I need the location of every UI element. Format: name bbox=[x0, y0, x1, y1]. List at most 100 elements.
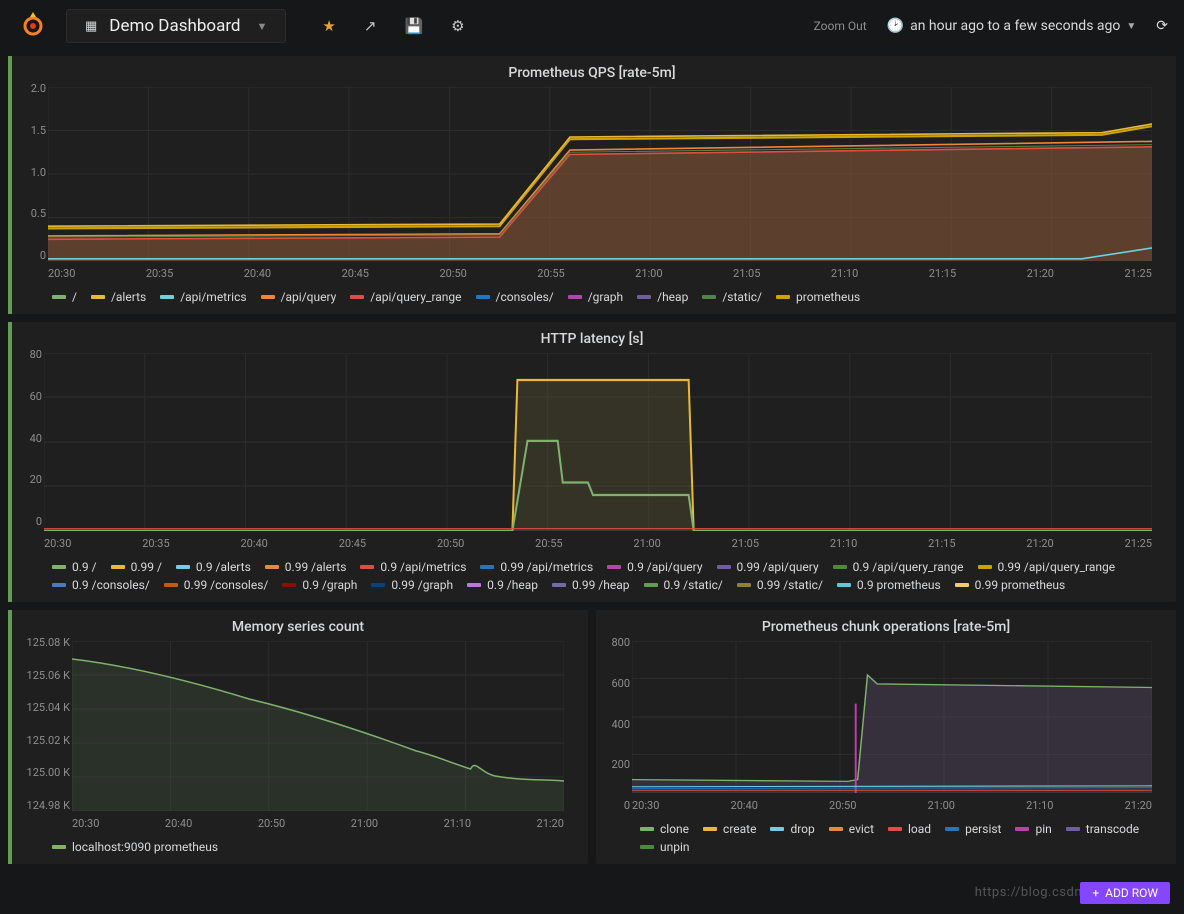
legend-swatch bbox=[371, 583, 385, 587]
row-handle[interactable] bbox=[8, 322, 12, 602]
legend-item[interactable]: /api/query_range bbox=[350, 290, 461, 304]
legend-label: prometheus bbox=[796, 290, 860, 304]
y-axis: 806040200 bbox=[16, 348, 42, 528]
legend-item[interactable]: load bbox=[888, 822, 931, 836]
star-icon[interactable]: ★ bbox=[322, 17, 335, 35]
settings-gear-icon[interactable]: ⚙ bbox=[451, 17, 464, 35]
panel-chunk[interactable]: Prometheus chunk operations [rate-5m] 80… bbox=[596, 610, 1176, 864]
panel-latency[interactable]: HTTP latency [s] 806040200 20:3020:3520:… bbox=[8, 322, 1176, 602]
legend-item[interactable]: /api/query bbox=[261, 290, 337, 304]
grafana-logo-icon[interactable] bbox=[16, 9, 50, 43]
legend-swatch bbox=[829, 827, 843, 831]
legend-label: evict bbox=[849, 822, 874, 836]
legend-item[interactable]: /consoles/ bbox=[476, 290, 554, 304]
legend-item[interactable]: evict bbox=[829, 822, 874, 836]
legend-swatch bbox=[888, 827, 902, 831]
row-handle[interactable] bbox=[8, 56, 12, 314]
chart-area[interactable] bbox=[44, 353, 1152, 531]
legend-swatch bbox=[702, 295, 716, 299]
legend-swatch bbox=[282, 583, 296, 587]
share-icon[interactable]: ↗ bbox=[364, 17, 377, 35]
legend-item[interactable]: 0.99 /static/ bbox=[737, 578, 823, 592]
legend-item[interactable]: pin bbox=[1015, 822, 1051, 836]
legend-item[interactable]: 0.99 /heap bbox=[552, 578, 630, 592]
legend-label: /heap bbox=[657, 290, 688, 304]
add-row-button[interactable]: +ADD ROW bbox=[1080, 882, 1170, 904]
legend-label: / bbox=[72, 290, 77, 304]
refresh-icon[interactable]: ⟳ bbox=[1156, 18, 1168, 34]
legend-label: /graph bbox=[588, 290, 623, 304]
legend-item[interactable]: transcode bbox=[1066, 822, 1139, 836]
legend-item[interactable]: 0.99 /api/query_range bbox=[978, 560, 1116, 574]
legend-swatch bbox=[164, 583, 178, 587]
time-range-picker[interactable]: 🕑 an hour ago to a few seconds ago ▼ bbox=[887, 18, 1137, 34]
x-axis: 20:3020:3520:4020:4520:5020:5521:0021:05… bbox=[48, 267, 1152, 280]
chart-area[interactable] bbox=[632, 641, 1152, 793]
zoom-out-button[interactable]: Zoom Out bbox=[814, 19, 867, 33]
legend-label: /alerts bbox=[111, 290, 146, 304]
legend-label: /api/metrics bbox=[180, 290, 246, 304]
legend-item[interactable]: 0.99 prometheus bbox=[955, 578, 1066, 592]
legend-label: 0.99 /api/metrics bbox=[500, 560, 593, 574]
dashboard-picker[interactable]: ▦ Demo Dashboard ▼ bbox=[66, 9, 286, 43]
legend-item[interactable]: 0.9 /api/metrics bbox=[360, 560, 466, 574]
legend-item[interactable]: 0.9 /alerts bbox=[176, 560, 251, 574]
chevron-down-icon: ▼ bbox=[1126, 21, 1136, 32]
legend-item[interactable]: persist bbox=[945, 822, 1001, 836]
panel-memory[interactable]: Memory series count 125.08 K125.06 K125.… bbox=[8, 610, 588, 864]
legend-swatch bbox=[160, 295, 174, 299]
time-range-label: an hour ago to a few seconds ago bbox=[910, 18, 1120, 34]
chart-area[interactable] bbox=[72, 641, 564, 811]
legend-item[interactable]: / bbox=[52, 290, 77, 304]
nav-right: Zoom Out 🕑 an hour ago to a few seconds … bbox=[814, 18, 1168, 34]
save-icon[interactable]: 💾 bbox=[404, 17, 423, 35]
row-handle[interactable] bbox=[8, 610, 12, 864]
legend-item[interactable]: prometheus bbox=[776, 290, 860, 304]
legend-swatch bbox=[111, 565, 125, 569]
y-axis: 2.01.51.00.50 bbox=[16, 82, 46, 262]
legend-item[interactable]: localhost:9090 prometheus bbox=[52, 840, 218, 854]
legend-item[interactable]: 0.99 /consoles/ bbox=[164, 578, 269, 592]
legend-item[interactable]: 0.99 / bbox=[111, 560, 162, 574]
legend-label: 0.9 /static/ bbox=[664, 578, 723, 592]
legend-item[interactable]: clone bbox=[640, 822, 689, 836]
legend-item[interactable]: 0.9 /heap bbox=[467, 578, 538, 592]
legend-item[interactable]: /heap bbox=[637, 290, 688, 304]
legend-item[interactable]: 0.9 /consoles/ bbox=[52, 578, 150, 592]
legend-label: 0.9 /heap bbox=[487, 578, 538, 592]
legend-swatch bbox=[607, 565, 621, 569]
legend-item[interactable]: /graph bbox=[568, 290, 623, 304]
legend-label: clone bbox=[660, 822, 689, 836]
legend-item[interactable]: create bbox=[703, 822, 756, 836]
legend-label: pin bbox=[1035, 822, 1051, 836]
legend-label: 0.9 / bbox=[72, 560, 97, 574]
legend-item[interactable]: 0.9 / bbox=[52, 560, 97, 574]
legend-swatch bbox=[637, 295, 651, 299]
legend-item[interactable]: 0.9 /api/query_range bbox=[833, 560, 964, 574]
legend-item[interactable]: 0.9 /api/query bbox=[607, 560, 702, 574]
legend-label: load bbox=[908, 822, 931, 836]
legend-item[interactable]: 0.9 prometheus bbox=[837, 578, 941, 592]
grid-icon: ▦ bbox=[85, 19, 97, 34]
legend-item[interactable]: 0.99 /alerts bbox=[265, 560, 347, 574]
add-row-label: ADD ROW bbox=[1105, 886, 1158, 900]
legend-item[interactable]: 0.9 /graph bbox=[282, 578, 357, 592]
legend-swatch bbox=[644, 583, 658, 587]
chart-area[interactable] bbox=[48, 87, 1152, 261]
legend-label: 0.9 /graph bbox=[302, 578, 357, 592]
legend-item[interactable]: unpin bbox=[640, 840, 690, 854]
legend-item[interactable]: /static/ bbox=[702, 290, 762, 304]
legend-item[interactable]: 0.99 /api/metrics bbox=[480, 560, 593, 574]
legend-swatch bbox=[737, 583, 751, 587]
legend-item[interactable]: /alerts bbox=[91, 290, 146, 304]
legend-swatch bbox=[776, 295, 790, 299]
legend-item[interactable]: drop bbox=[770, 822, 814, 836]
legend-label: 0.99 prometheus bbox=[975, 578, 1066, 592]
legend-item[interactable]: 0.99 /graph bbox=[371, 578, 453, 592]
x-axis: 20:3020:3520:4020:4520:5020:5521:0021:05… bbox=[44, 537, 1152, 550]
legend-swatch bbox=[717, 565, 731, 569]
legend-item[interactable]: /api/metrics bbox=[160, 290, 246, 304]
panel-qps[interactable]: Prometheus QPS [rate-5m] 2.01.51.00.50 bbox=[8, 56, 1176, 314]
legend-item[interactable]: 0.9 /static/ bbox=[644, 578, 723, 592]
legend-item[interactable]: 0.99 /api/query bbox=[717, 560, 819, 574]
